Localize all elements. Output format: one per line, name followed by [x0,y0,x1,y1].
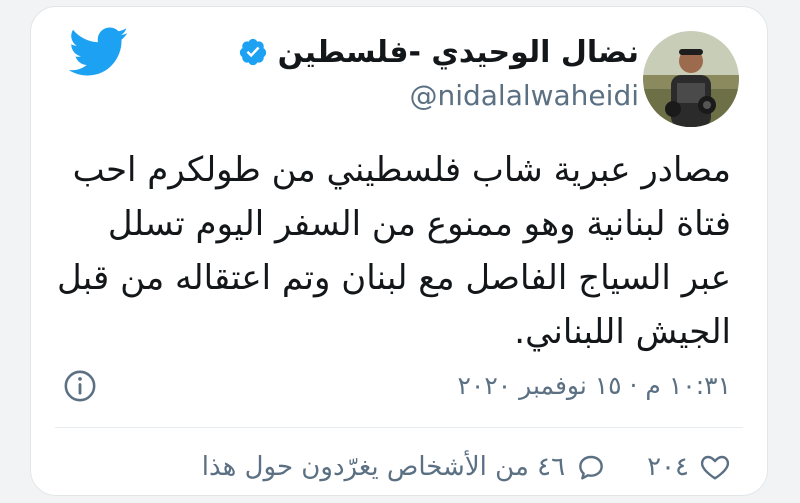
display-name[interactable]: نضال الوحيدي -فلسطين [278,35,639,70]
speech-bubble-icon [579,455,603,480]
avatar-photo [643,31,739,127]
display-name-row[interactable]: نضال الوحيدي -فلسطين [238,29,639,75]
tweet-card[interactable]: نضال الوحيدي -فلسطين @nidalalwaheidi مصا… [30,6,768,496]
divider [55,427,743,428]
verified-badge-icon [239,38,266,66]
tweet-text-line: فتاة لبنانية وهو ممنوع من السفر اليوم تس… [107,204,731,244]
like-count: ٢٠٤ [647,452,689,482]
twitter-bird-icon[interactable] [69,27,129,77]
user-handle[interactable]: @nidalalwaheidi [409,79,639,112]
avatar[interactable] [643,31,739,127]
reply-button[interactable]: ٤٦ من الأشخاص يغرّدون حول هذا [202,451,607,483]
tweet-text: مصادر عبرية شاب فلسطيني من طولكرم احب فت… [57,143,731,359]
tweet-text-line: الجيش اللبناني. [514,312,731,352]
info-icon[interactable] [63,369,97,403]
tweet-text-line: مصادر عبرية شاب فلسطيني من طولكرم احب [72,150,731,190]
like-button[interactable]: ٢٠٤ [647,451,731,483]
tweet-actions: ٢٠٤ ٤٦ من الأشخاص يغرّدون حول هذا [202,447,731,487]
replies-label: ٤٦ من الأشخاص يغرّدون حول هذا [201,452,566,482]
tweet-timestamp[interactable]: ١٠:٣١ م · ١٥ نوفمبر ٢٠٢٠ [458,371,732,400]
tweet-text-line: عبر السياج الفاصل مع لبنان وتم اعتقاله م… [57,258,731,298]
heart-icon [700,455,730,480]
